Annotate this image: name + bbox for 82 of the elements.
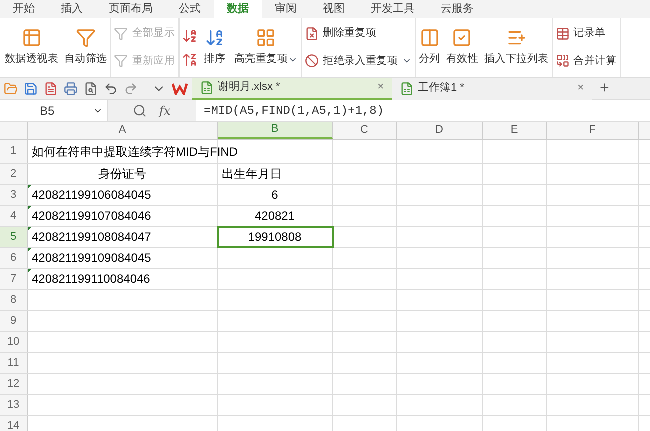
row-header[interactable]: 2 bbox=[0, 164, 28, 184]
ribbon-button[interactable]: 合并计算 bbox=[556, 54, 616, 70]
menu-tab[interactable]: 开始 bbox=[0, 0, 48, 18]
menu-tab[interactable]: 开发工具 bbox=[358, 0, 428, 18]
row-header[interactable]: 1 bbox=[0, 140, 28, 163]
cell-text: 出生年月日 bbox=[222, 166, 282, 183]
redo-icon[interactable] bbox=[124, 82, 138, 96]
cell-text: 420821199107084046 bbox=[32, 208, 152, 225]
ribbon-item-icon bbox=[114, 54, 128, 68]
cell-text: 420821 bbox=[254, 208, 296, 225]
column-header[interactable]: D bbox=[397, 122, 483, 139]
ribbon-button[interactable]: 有效性 bbox=[443, 18, 482, 77]
cell-text: 19910808 bbox=[248, 229, 302, 246]
logo-icon bbox=[172, 82, 188, 94]
column-header[interactable]: F bbox=[547, 122, 639, 139]
ribbon-item-icon bbox=[305, 54, 320, 68]
row-header[interactable]: 6 bbox=[0, 248, 28, 268]
tab-title: 谢明月.xlsx * bbox=[218, 80, 282, 96]
ribbon-item-icon bbox=[556, 26, 570, 41]
ribbon-button[interactable]: 分列 bbox=[416, 18, 444, 77]
formula-input[interactable]: =MID(A5,FIND(1,A5,1)+1,8) bbox=[196, 100, 650, 121]
spreadsheet-icon bbox=[400, 82, 414, 96]
column-header[interactable]: C bbox=[333, 122, 397, 139]
cell-text: 6 bbox=[272, 187, 278, 204]
row-header[interactable]: 4 bbox=[0, 206, 28, 226]
row-header[interactable]: 12 bbox=[0, 374, 28, 394]
undo-icon[interactable] bbox=[104, 82, 118, 96]
preview-icon[interactable] bbox=[84, 82, 98, 96]
column-header[interactable]: B bbox=[218, 122, 333, 139]
pivot-table-icon bbox=[22, 28, 42, 48]
sort-descending-icon[interactable] bbox=[182, 52, 198, 68]
menu-tab[interactable]: 公式 bbox=[166, 0, 214, 18]
fx-button[interactable]: fx bbox=[159, 102, 171, 120]
folder-icon[interactable] bbox=[4, 82, 18, 96]
cell-text: 420821199108084047 bbox=[32, 229, 152, 246]
ribbon-button[interactable]: 插入下拉列表 bbox=[481, 18, 552, 77]
menu-tab[interactable]: 审阅 bbox=[262, 0, 310, 18]
ribbon-button[interactable]: 数据透视表 bbox=[2, 18, 62, 77]
zoom-icon[interactable] bbox=[133, 104, 148, 118]
ribbon-item-icon bbox=[305, 26, 320, 41]
menu-tab[interactable]: 数据 bbox=[214, 0, 262, 18]
cell-text: 如何在符串中提取连续字符MID与FIND bbox=[32, 144, 238, 160]
column-header[interactable]: E bbox=[483, 122, 547, 139]
row-header[interactable]: 11 bbox=[0, 353, 28, 373]
row-header[interactable]: 13 bbox=[0, 395, 28, 415]
ribbon-item-icon bbox=[114, 26, 128, 41]
menu-tab[interactable]: 云服务 bbox=[428, 0, 487, 18]
ribbon-button[interactable]: 排序 bbox=[200, 28, 230, 68]
sort-ascending-icon[interactable] bbox=[182, 28, 198, 44]
row-header[interactable]: 9 bbox=[0, 311, 28, 331]
funnel-icon bbox=[76, 28, 96, 48]
spreadsheet-icon bbox=[200, 80, 214, 94]
ribbon-button[interactable]: 自动筛选 bbox=[62, 18, 110, 77]
sort-icon bbox=[204, 28, 225, 48]
ribbon-button[interactable]: 记录单 bbox=[556, 26, 616, 42]
cell-text: 420821199110084046 bbox=[32, 271, 150, 288]
ribbon-button[interactable]: 高亮重复项 bbox=[232, 18, 302, 77]
new-tab-button[interactable]: + bbox=[592, 76, 618, 100]
menu-tab[interactable]: 页面布局 bbox=[96, 0, 166, 18]
row-header[interactable]: 7 bbox=[0, 269, 28, 289]
printer-icon[interactable] bbox=[64, 82, 78, 96]
cell-text: 420821199106084045 bbox=[32, 187, 152, 204]
close-tab[interactable]: × bbox=[378, 79, 384, 96]
row-header[interactable]: 5 bbox=[0, 227, 28, 247]
row-header[interactable]: 3 bbox=[0, 185, 28, 205]
document-tab[interactable]: 谢明月.xlsx * × bbox=[192, 78, 392, 100]
row-header[interactable]: 8 bbox=[0, 290, 28, 310]
columns-icon bbox=[420, 28, 440, 48]
ribbon-button[interactable]: 拒绝录入重复项 bbox=[305, 54, 412, 70]
row-header[interactable]: 10 bbox=[0, 332, 28, 352]
checkbox-icon bbox=[452, 28, 472, 48]
menu-tab[interactable]: 视图 bbox=[310, 0, 358, 18]
menu-tab[interactable]: 插入 bbox=[48, 0, 96, 18]
grid-icon bbox=[256, 28, 276, 48]
save-icon[interactable] bbox=[24, 82, 38, 96]
close-tab[interactable]: × bbox=[578, 80, 584, 97]
cell-text: 420821199109084045 bbox=[32, 250, 152, 267]
ribbon-item-icon bbox=[556, 54, 570, 68]
row-header[interactable]: 14 bbox=[0, 416, 28, 431]
tab-title: 工作簿1 * bbox=[418, 81, 466, 96]
ribbon-button[interactable]: 删除重复项 bbox=[305, 26, 412, 42]
cell-text: 身份证号 bbox=[98, 166, 146, 183]
